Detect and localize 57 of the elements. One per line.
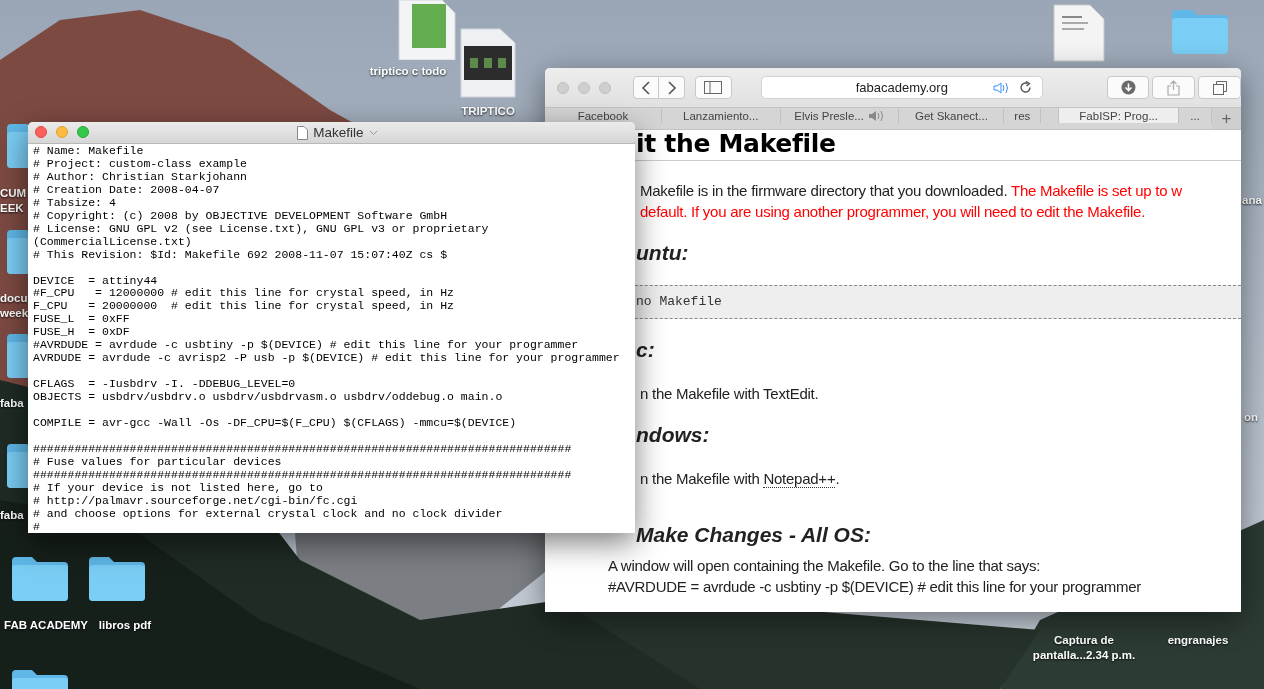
icon-label: faba — [0, 396, 25, 411]
section-heading: c: — [636, 338, 656, 362]
back-button[interactable] — [633, 76, 659, 99]
minimize-button[interactable] — [56, 126, 68, 138]
folder-icon[interactable] — [5, 332, 28, 378]
folder-icon[interactable] — [87, 555, 147, 601]
document-icon — [297, 125, 309, 140]
icon-label: CUM EEK — [0, 186, 28, 216]
tabs-button[interactable] — [1198, 76, 1241, 99]
chevron-right-icon — [666, 80, 677, 95]
sidebar-button[interactable] — [695, 76, 732, 99]
speaker-icon[interactable] — [992, 82, 1010, 94]
icon-label: ana — [1242, 193, 1263, 208]
reload-icon[interactable] — [1018, 81, 1032, 94]
new-tab-button[interactable]: + — [1212, 108, 1241, 129]
chevron-left-icon — [641, 80, 651, 95]
folder-icon[interactable] — [10, 555, 70, 601]
download-icon — [1120, 80, 1136, 95]
browser-tab[interactable]: Lanzamiento... — [661, 108, 781, 123]
icon-label: TRIPTICO — [460, 104, 516, 119]
icon-label: libros pdf — [97, 618, 153, 633]
browser-tab[interactable]: Elvis Presle... — [780, 108, 900, 123]
paragraph-line: A window will open containing the Makefile. Go to the line that says: — [608, 556, 1042, 576]
icon-label: engranajes — [1166, 633, 1230, 648]
share-icon — [1167, 79, 1181, 96]
document-icon[interactable] — [460, 28, 516, 98]
section-heading: ndows: — [636, 423, 711, 447]
zoom-button[interactable] — [77, 126, 89, 138]
icon-label: on — [1244, 410, 1260, 425]
sidebar-icon — [704, 81, 723, 94]
link[interactable]: Notepad++ — [763, 470, 836, 488]
icon-label: Captura de pantalla...2.34 p.m. — [1031, 633, 1137, 663]
icon-label: FAB ACADEMY — [3, 618, 89, 633]
paragraph-line: #AVRDUDE = avrdude -c usbtiny -p $(DEVICE) # edit this line for your programmer — [608, 577, 1143, 597]
download-button[interactable] — [1106, 76, 1150, 99]
url-text: fabacademy.org — [855, 80, 948, 95]
tabs-icon — [1212, 80, 1227, 95]
browser-tab[interactable]: FabISP: Prog... — [1059, 108, 1180, 123]
speaker-icon[interactable] — [867, 109, 885, 122]
close-button[interactable] — [35, 126, 47, 138]
browser-tab[interactable]: res — [1004, 108, 1042, 123]
icon-label: triptico c todo — [368, 64, 448, 79]
folder-icon[interactable] — [5, 442, 28, 488]
paragraph-line: default. If you are using another programmer, you will need to edit the Makefile. — [640, 202, 1147, 222]
address-bar[interactable]: fabacademy.org — [760, 76, 1043, 99]
window-title: Makefile — [313, 125, 364, 140]
section-heading: untu: — [636, 241, 690, 265]
forward-button[interactable] — [659, 76, 685, 99]
paragraph-line: n the Makefile with TextEdit. — [640, 384, 820, 404]
paragraph-line: n the Makefile with Notepad++. — [640, 469, 841, 489]
icon-label: faba — [0, 508, 25, 523]
paragraph-line: Makefile is in the firmware directory that you downloaded. The Makefile is set up to w — [640, 181, 1183, 201]
chevron-icon[interactable] — [368, 129, 378, 136]
section-heading: Make Changes - All OS: — [636, 523, 872, 547]
browser-tab[interactable]: Get Skanect... — [899, 108, 1005, 123]
icon-label: docu week — [0, 291, 28, 321]
folder-icon[interactable] — [5, 228, 28, 274]
